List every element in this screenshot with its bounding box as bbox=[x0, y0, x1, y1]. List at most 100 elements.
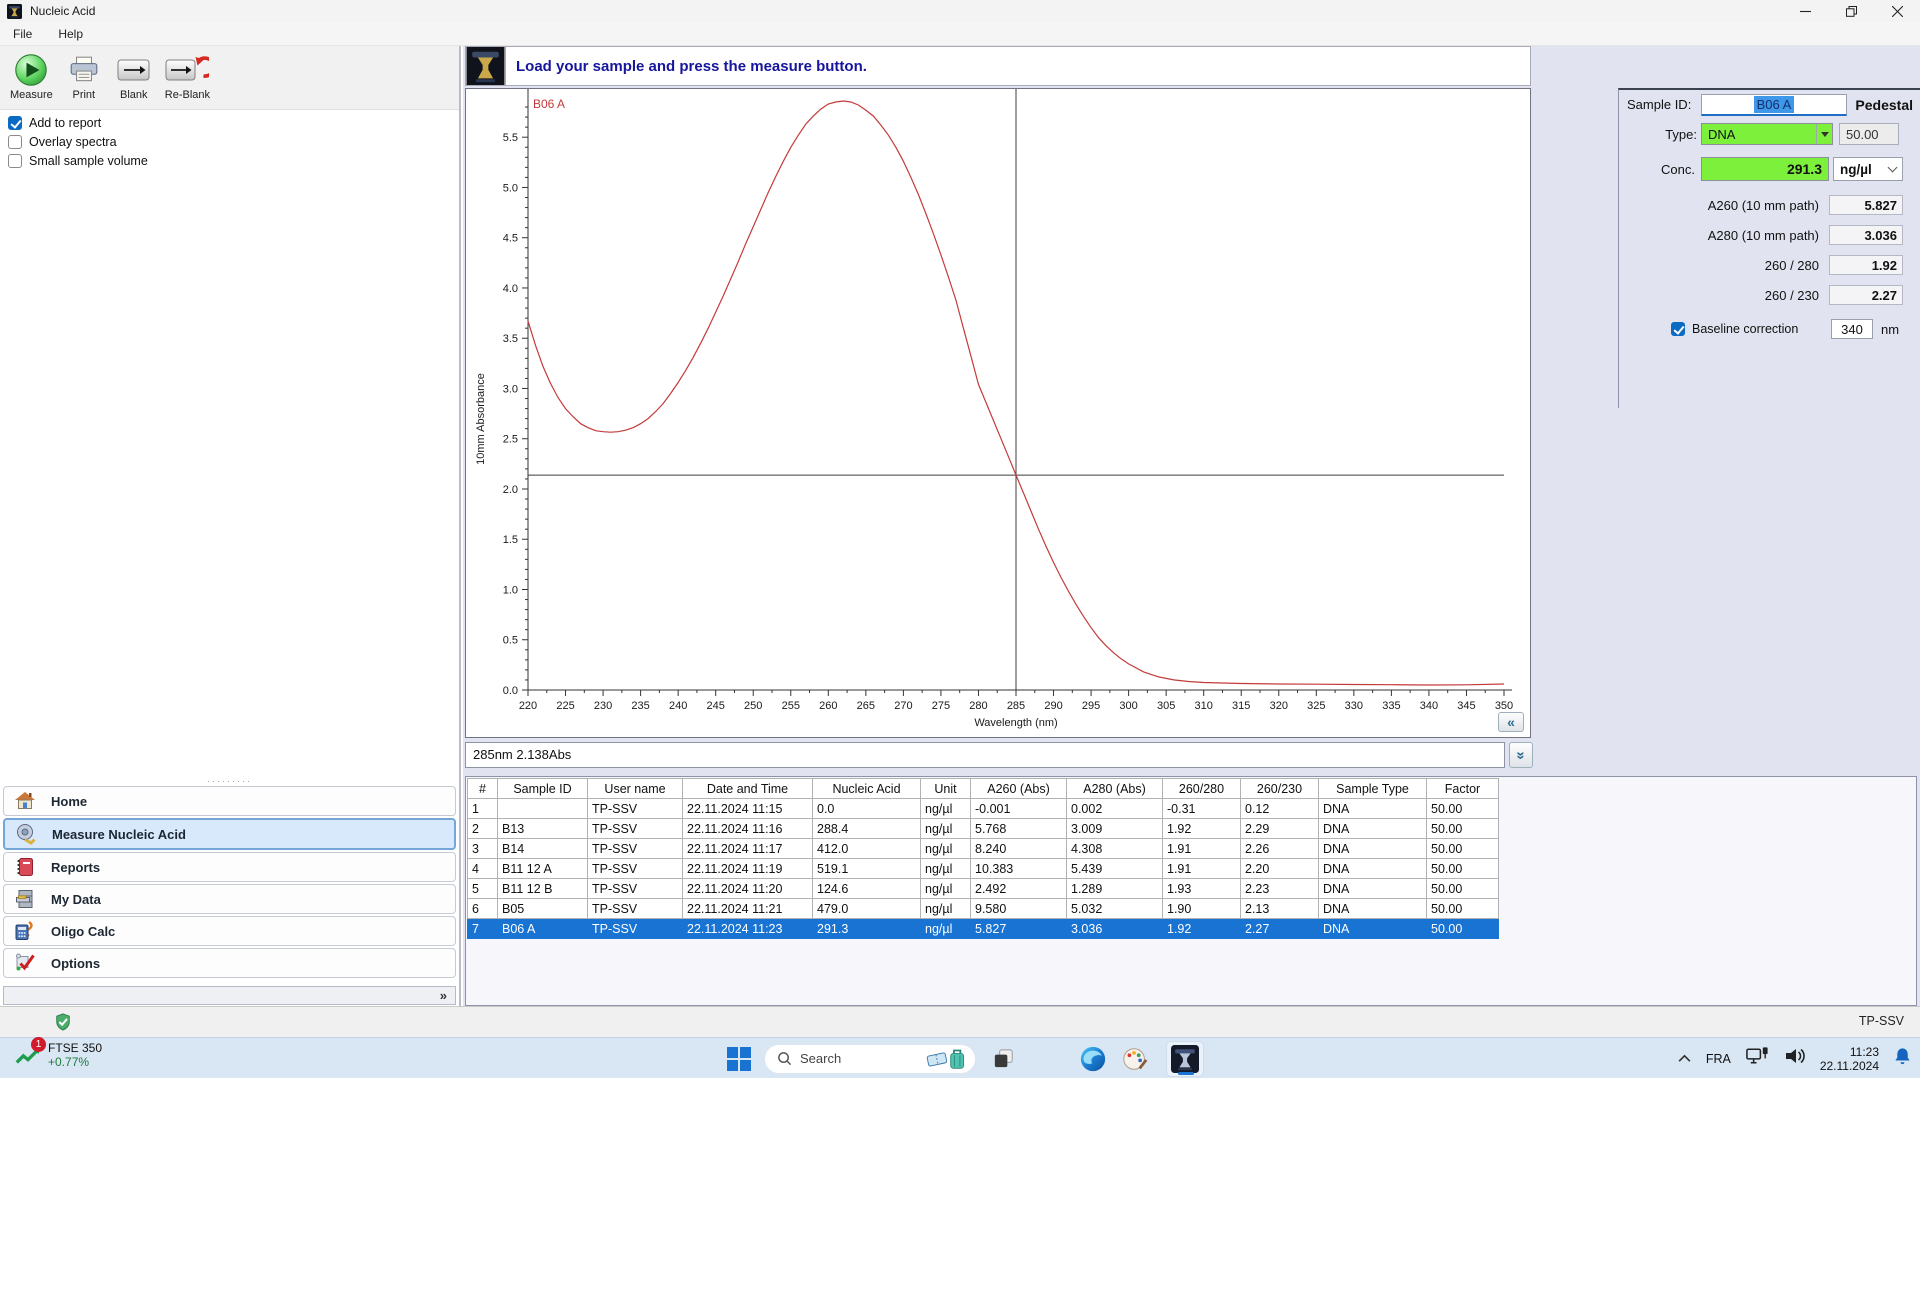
sidebar-item-home[interactable]: Home bbox=[3, 786, 456, 816]
checkbox-label: Overlay spectra bbox=[29, 135, 117, 149]
ratio-260-230-label: 260 / 230 bbox=[1764, 287, 1819, 303]
baseline-correction-checkbox[interactable]: Baseline correction bbox=[1671, 322, 1798, 336]
start-button[interactable] bbox=[726, 1046, 752, 1072]
column-header[interactable]: Nucleic Acid bbox=[812, 778, 921, 799]
svg-text:325: 325 bbox=[1307, 700, 1325, 712]
close-button[interactable] bbox=[1874, 0, 1920, 22]
table-row[interactable]: 2 B13 TP-SSV 22.11.2024 11:16 288.4 ng/µl 5.76… bbox=[467, 818, 1499, 839]
table-row[interactable]: 4 B11 12 A TP-SSV 22.11.2024 11:19 519.1 ng/µ… bbox=[467, 858, 1499, 879]
svg-text:230: 230 bbox=[594, 700, 612, 712]
edge-browser-button[interactable] bbox=[1078, 1044, 1108, 1074]
svg-text:265: 265 bbox=[857, 700, 875, 712]
checkbox-icon bbox=[8, 116, 22, 130]
sidebar-collapse-bar[interactable]: » bbox=[3, 986, 456, 1005]
sample-id-value: B06 A bbox=[1753, 95, 1795, 113]
measure-button[interactable]: Measure bbox=[6, 50, 57, 103]
svg-text:295: 295 bbox=[1082, 700, 1100, 712]
restore-button[interactable] bbox=[1828, 0, 1874, 22]
widgets-button[interactable]: 1 FTSE 350 +0.77% bbox=[14, 1037, 102, 1069]
table-row[interactable]: 3 B14 TP-SSV 22.11.2024 11:17 412.0 ng/µl 8.24… bbox=[467, 838, 1499, 859]
sidebar-nav: Home Measure Nucleic Acid Reports My Dat… bbox=[3, 786, 456, 980]
sidebar-item-label: My Data bbox=[51, 891, 101, 907]
search-input[interactable]: Search bbox=[764, 1043, 976, 1074]
results-table[interactable]: # Sample ID User name Date and Time Nucleic … bbox=[467, 778, 1499, 939]
menu-help[interactable]: Help bbox=[58, 27, 83, 41]
column-header[interactable]: # bbox=[467, 778, 498, 799]
column-header[interactable]: A260 (Abs) bbox=[970, 778, 1067, 799]
checkbox-overlay-spectra[interactable]: Overlay spectra bbox=[8, 135, 148, 149]
expand-icon: » bbox=[439, 987, 447, 1003]
table-row[interactable]: 5 B11 12 B TP-SSV 22.11.2024 11:20 124.6 ng/µ… bbox=[467, 878, 1499, 899]
svg-text:4.0: 4.0 bbox=[503, 283, 518, 295]
a280-value: 3.036 bbox=[1829, 225, 1903, 245]
svg-text:B06 A: B06 A bbox=[533, 97, 565, 111]
print-button[interactable]: Print bbox=[61, 50, 107, 103]
language-indicator[interactable]: FRA bbox=[1706, 1052, 1731, 1066]
chevron-down-icon bbox=[1887, 162, 1898, 173]
svg-text:315: 315 bbox=[1232, 700, 1250, 712]
svg-text:285: 285 bbox=[1007, 700, 1025, 712]
checkbox-label: Add to report bbox=[29, 116, 102, 130]
nucleic-acid-app-button[interactable] bbox=[1166, 1040, 1204, 1077]
tray-expand-chevron[interactable] bbox=[1677, 1050, 1692, 1068]
toolbar-label: Re-Blank bbox=[164, 89, 211, 101]
splitter-grip[interactable]: ········· bbox=[0, 777, 459, 786]
column-header[interactable]: 260/230 bbox=[1240, 778, 1319, 799]
sidebar-item-measure-nucleic-acid[interactable]: Measure Nucleic Acid bbox=[3, 818, 456, 850]
column-header[interactable]: User name bbox=[587, 778, 683, 799]
menu-file[interactable]: File bbox=[13, 27, 32, 41]
clock-time: 11:23 bbox=[1849, 1044, 1879, 1059]
checkbox-small-sample-volume[interactable]: Small sample volume bbox=[8, 154, 148, 168]
baseline-wavelength-field[interactable]: 340 bbox=[1831, 319, 1873, 339]
blank-arrow-icon bbox=[116, 52, 152, 88]
task-view-button[interactable] bbox=[988, 1044, 1018, 1074]
main-content: Load your sample and press the measure b… bbox=[463, 46, 1920, 1006]
clock-date: 22.11.2024 bbox=[1819, 1058, 1879, 1073]
column-header[interactable]: Factor bbox=[1426, 778, 1499, 799]
type-select[interactable]: DNA bbox=[1701, 123, 1833, 145]
sidebar-item-label: Measure Nucleic Acid bbox=[52, 826, 186, 842]
sidebar-item-reports[interactable]: Reports bbox=[3, 852, 456, 882]
sample-id-label: Sample ID: bbox=[1627, 97, 1692, 112]
svg-text:275: 275 bbox=[932, 700, 950, 712]
sample-id-input[interactable]: B06 A bbox=[1701, 93, 1847, 116]
svg-text:1.5: 1.5 bbox=[503, 534, 518, 546]
table-row[interactable]: 1 TP-SSV 22.11.2024 11:15 0.0 ng/µl -0.001 0.0… bbox=[467, 798, 1499, 819]
paint-app-button[interactable] bbox=[1120, 1044, 1150, 1074]
svg-text:350: 350 bbox=[1495, 700, 1513, 712]
column-header[interactable]: A280 (Abs) bbox=[1066, 778, 1163, 799]
sidebar-item-my-data[interactable]: My Data bbox=[3, 884, 456, 914]
left-panel: Measure Print Blank Re-Blank Add to repo… bbox=[0, 46, 461, 1006]
instruction-text: Load your sample and press the measure b… bbox=[516, 57, 867, 75]
volume-icon[interactable] bbox=[1784, 1047, 1806, 1070]
clock[interactable]: 11:23 22.11.2024 bbox=[1820, 1045, 1879, 1073]
column-header[interactable]: Sample Type bbox=[1318, 778, 1427, 799]
blank-button[interactable]: Blank bbox=[111, 50, 157, 103]
svg-text:4.5: 4.5 bbox=[503, 233, 518, 245]
table-row[interactable]: 7 B06 A TP-SSV 22.11.2024 11:23 291.3 ng/µl 5.… bbox=[467, 918, 1499, 939]
collapse-chart-button[interactable]: « bbox=[1498, 712, 1524, 732]
svg-text:235: 235 bbox=[631, 700, 649, 712]
checkbox-add-to-report[interactable]: Add to report bbox=[8, 116, 148, 130]
minimize-button[interactable] bbox=[1782, 0, 1828, 22]
re-blank-button[interactable]: Re-Blank bbox=[161, 50, 214, 103]
column-header[interactable]: 260/280 bbox=[1162, 778, 1241, 799]
svg-text:300: 300 bbox=[1119, 700, 1137, 712]
network-icon[interactable] bbox=[1745, 1046, 1770, 1071]
spectrum-chart[interactable]: 220 225 230 235 240 245 250 255 260 265 270 275 280 2… bbox=[465, 88, 1531, 738]
column-header[interactable]: Unit bbox=[920, 778, 971, 799]
column-header[interactable]: Date and Time bbox=[682, 778, 813, 799]
factor-field[interactable]: 50.00 bbox=[1839, 123, 1899, 145]
svg-text:220: 220 bbox=[519, 700, 537, 712]
sidebar-item-oligo-calc[interactable]: Oligo Calc bbox=[3, 916, 456, 946]
toolbar-label: Blank bbox=[120, 89, 148, 101]
conc-unit-select[interactable]: ng/µl bbox=[1833, 157, 1903, 181]
collapse-table-button[interactable]: » bbox=[1509, 742, 1533, 768]
toolbar-label: Print bbox=[72, 89, 96, 101]
sidebar-item-options[interactable]: Options bbox=[3, 948, 456, 978]
table-row[interactable]: 6 B05 TP-SSV 22.11.2024 11:21 479.0 ng/µl 9.58… bbox=[467, 898, 1499, 919]
svg-text:255: 255 bbox=[782, 700, 800, 712]
column-header[interactable]: Sample ID bbox=[497, 778, 588, 799]
calculator-icon bbox=[13, 919, 37, 943]
notification-bell-icon[interactable] bbox=[1893, 1047, 1912, 1071]
